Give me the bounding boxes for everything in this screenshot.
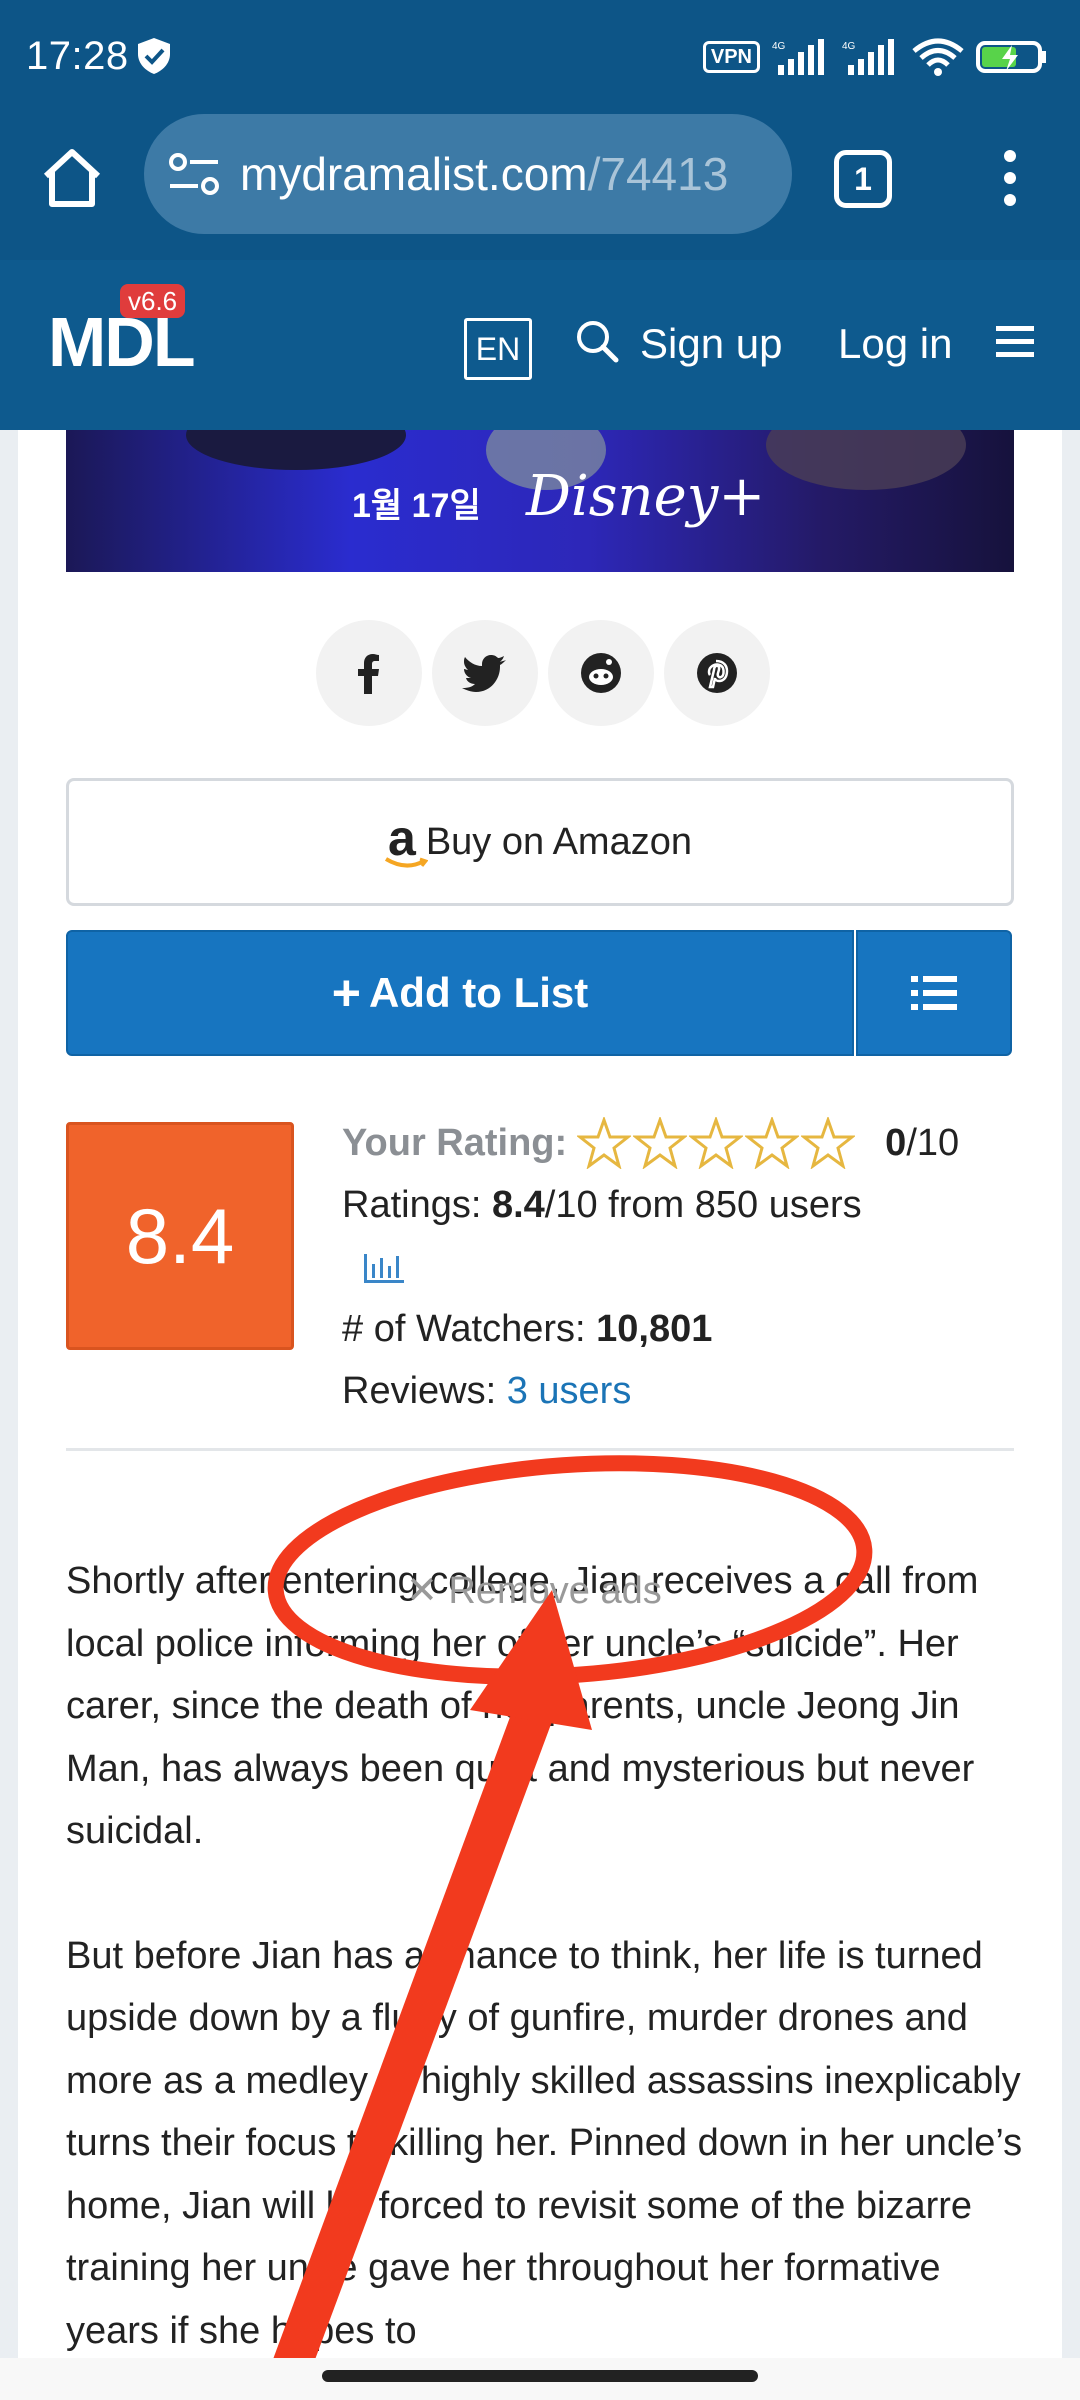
your-rating-max: /10: [906, 1121, 960, 1164]
url-bar[interactable]: mydramalist.com/74413: [144, 114, 792, 234]
promo-banner[interactable]: 1월 17일 Disney+: [66, 430, 1014, 572]
gesture-handle[interactable]: [322, 2370, 758, 2382]
home-icon[interactable]: [38, 144, 106, 212]
synopsis: Shortly after entering college, Jian rec…: [66, 1550, 1026, 2400]
login-link[interactable]: Log in: [838, 320, 952, 368]
status-icons: VPN 4G 4G: [702, 34, 1048, 80]
reddit-share-button[interactable]: [548, 620, 654, 726]
twitter-icon: [462, 655, 506, 692]
list-options-button[interactable]: [856, 930, 1012, 1056]
ratings-value: 8.4: [491, 1184, 545, 1226]
vpn-badge: VPN: [702, 41, 760, 73]
ratings-rest: /10 from 850 users: [544, 1184, 862, 1226]
star-icon[interactable]: [633, 1117, 688, 1169]
hamburger-menu-icon[interactable]: [996, 324, 1034, 360]
twitter-share-button[interactable]: [432, 620, 538, 726]
watchers-value: 10,801: [596, 1308, 713, 1350]
reviews-link[interactable]: 3 users: [507, 1370, 632, 1412]
your-rating-number: 0: [885, 1121, 907, 1164]
star-icon[interactable]: [801, 1117, 856, 1169]
url-path: /74413: [587, 148, 729, 200]
svg-text:4G: 4G: [842, 41, 856, 52]
banner-date: 1월 17일: [352, 487, 481, 525]
version-badge: v6.6: [120, 284, 186, 318]
add-to-list-label: Add to List: [368, 969, 589, 1016]
banner-figure-2: [766, 430, 966, 490]
reddit-icon: [581, 653, 621, 693]
plus-icon: +: [331, 965, 361, 1021]
watchers-label: # of Watchers:: [342, 1308, 586, 1350]
share-buttons: [316, 620, 770, 726]
reviews-label: Reviews:: [342, 1370, 497, 1412]
tab-switcher-button[interactable]: 1: [834, 150, 892, 208]
buy-on-amazon-button[interactable]: a Buy on Amazon: [66, 778, 1014, 906]
star-icon[interactable]: [577, 1117, 632, 1169]
star-icon[interactable]: [745, 1117, 800, 1169]
amazon-smile-icon: [384, 857, 428, 868]
facebook-share-button[interactable]: [316, 620, 422, 726]
banner-brand: Disney+: [526, 464, 766, 529]
ratings-label: Ratings:: [342, 1184, 482, 1226]
wifi-icon: [912, 38, 964, 76]
browser-toolbar: mydramalist.com/74413 1: [0, 112, 1080, 260]
pinterest-icon: [697, 653, 737, 693]
section-divider: [66, 1448, 1014, 1451]
rating-chart-button[interactable]: [342, 1236, 1042, 1298]
watchers-row: # of Watchers: 10,801: [342, 1298, 1042, 1360]
ratings-summary: Ratings: 8.4/10 from 850 users: [342, 1174, 1042, 1236]
banner-shadow: [186, 430, 406, 470]
url-domain: mydramalist.com: [240, 148, 588, 200]
your-rating-row: Your Rating: 0/10: [342, 1112, 1042, 1174]
add-to-list-button[interactable]: + Add to List: [66, 930, 854, 1056]
facebook-icon: [358, 654, 379, 694]
your-rating-value: 0/10: [885, 1122, 959, 1165]
remove-ads-label: Remove ads: [448, 1570, 662, 1612]
signup-link[interactable]: Sign up: [640, 320, 782, 368]
star-icon[interactable]: [689, 1117, 744, 1169]
signal-icon-2: 4G: [842, 39, 894, 75]
site-settings-icon[interactable]: [166, 150, 222, 198]
synopsis-paragraph-2: But before Jian has a chance to think, h…: [66, 1934, 1023, 2352]
status-bar: 17:28 VPN 4G 4G: [0, 0, 1080, 112]
buy-on-amazon-label: Buy on Amazon: [425, 820, 692, 863]
remove-ads-link[interactable]: ✕ Remove ads: [406, 1568, 662, 1613]
pinterest-share-button[interactable]: [664, 620, 770, 726]
svg-text:4G: 4G: [772, 41, 786, 52]
url-text: mydramalist.com/74413: [240, 147, 728, 201]
reviews-row: Reviews: 3 users: [342, 1360, 1042, 1422]
site-header: MDL v6.6 EN Sign up Log in: [0, 260, 1080, 430]
rating-info: Your Rating: 0/10 Ratings: 8.4/10 from 8…: [342, 1112, 1042, 1422]
shield-check-icon: [138, 38, 170, 74]
signal-icon: 4G: [772, 39, 824, 75]
list-icon: [911, 976, 957, 1010]
search-icon[interactable]: [574, 318, 620, 364]
more-options-icon[interactable]: [990, 146, 1030, 210]
star-rating-input[interactable]: [577, 1117, 856, 1169]
amazon-icon: a: [384, 809, 428, 868]
your-rating-label: Your Rating:: [342, 1121, 568, 1164]
battery-charging-icon: [976, 41, 1046, 73]
score-badge: 8.4: [66, 1122, 294, 1350]
language-button[interactable]: EN: [464, 318, 532, 380]
bar-chart-icon: [364, 1254, 404, 1283]
status-time: 17:28: [26, 34, 129, 78]
